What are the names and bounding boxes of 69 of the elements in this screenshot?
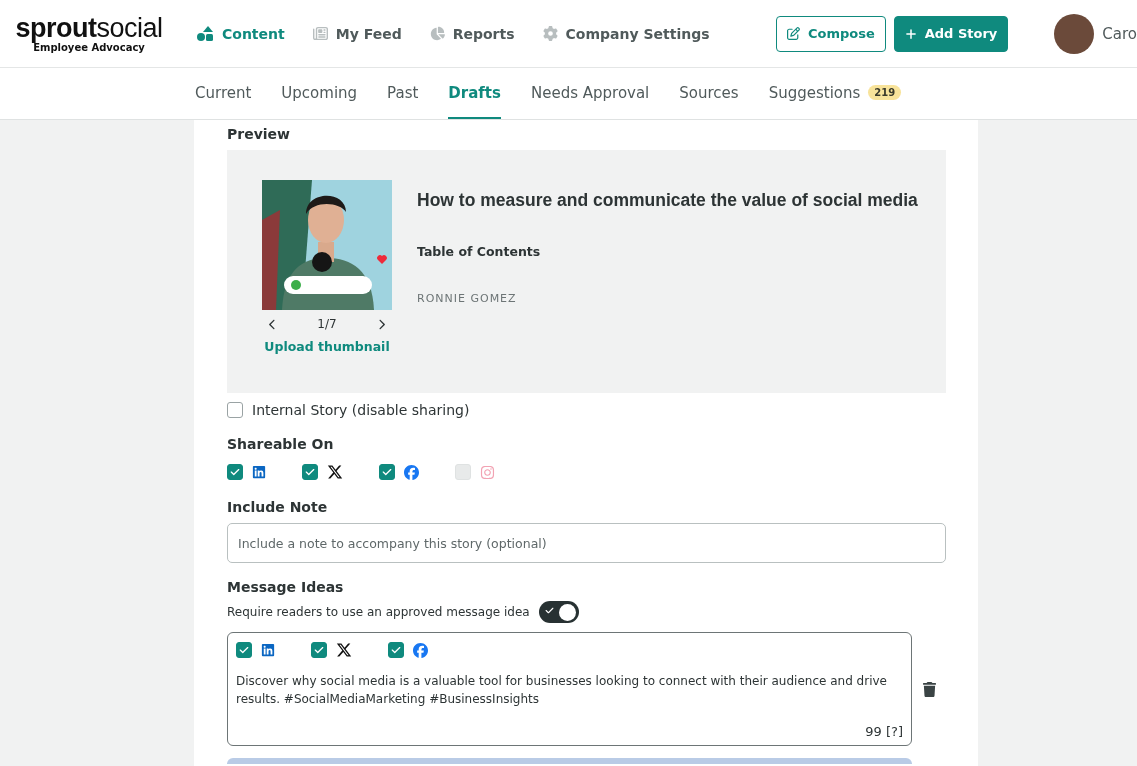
nav-item[interactable]: Content (197, 25, 285, 42)
logo-subtitle: Employee Advocacy (33, 42, 145, 53)
checkbox[interactable] (388, 642, 404, 658)
tab-label: Current (195, 83, 252, 102)
avatar[interactable] (1054, 13, 1095, 54)
character-count: 99 [?] (865, 724, 903, 739)
check-icon (314, 645, 324, 655)
checkbox[interactable] (227, 464, 243, 480)
shapes-icon (197, 26, 214, 41)
check-icon (230, 467, 240, 477)
story-subtitle: Table of Contents (417, 244, 542, 259)
settings-icon (542, 26, 558, 41)
facebook-icon (413, 642, 428, 658)
checkbox-label: Internal Story (disable sharing) (252, 402, 470, 418)
upload-thumbnail-link[interactable]: Upload thumbnail (264, 339, 390, 354)
check-icon (391, 645, 401, 655)
tab-label: Past (387, 83, 419, 102)
nav-item[interactable]: Company Settings (542, 25, 710, 42)
checkbox[interactable] (311, 642, 327, 658)
add-story-button[interactable]: Add Story (893, 15, 1009, 52)
tab[interactable]: Needs Approval (530, 68, 650, 119)
check-icon (544, 606, 554, 615)
pie-chart-icon (429, 26, 445, 41)
tab[interactable]: Upcoming (281, 68, 358, 119)
trash-icon[interactable] (922, 681, 937, 697)
user-name[interactable]: Caro (1102, 24, 1137, 43)
tab[interactable]: Past (387, 68, 419, 119)
facebook-icon (404, 464, 419, 480)
story-author: RONNIE GOMEZ (417, 292, 518, 305)
message-text[interactable]: Discover why social media is a valuable tool for businesses looking to connect with their audience and drive results. #SocialMediaMarketing #BusinessInsights (236, 672, 903, 708)
check-icon (382, 467, 392, 477)
checkbox[interactable] (227, 402, 243, 418)
x-icon (327, 464, 343, 480)
tab-label: Sources (679, 83, 739, 102)
compose-button[interactable]: Compose (775, 15, 886, 52)
chevron-left-icon[interactable] (267, 318, 278, 330)
tab-label: Needs Approval (530, 83, 650, 102)
count-badge: 219 (868, 85, 902, 100)
section-heading: Include Note (227, 499, 329, 515)
nav-item[interactable]: Reports (429, 25, 515, 42)
tab[interactable]: Suggestions 219 (768, 68, 902, 119)
edit-icon (786, 27, 800, 40)
newspaper-icon (312, 26, 328, 41)
checkbox[interactable] (302, 464, 318, 480)
nav-item[interactable]: My Feed (312, 25, 402, 42)
story-title: How to measure and communicate the value of social media (417, 190, 918, 211)
section-heading: Message Ideas (227, 579, 345, 595)
note-field[interactable]: Include a note to accompany this story (optional) (227, 523, 946, 563)
section-heading: Preview (227, 126, 291, 142)
tab-label: Suggestions (768, 83, 861, 102)
tab[interactable]: Sources (679, 68, 739, 119)
page-counter: 1/7 (317, 317, 337, 331)
checkbox[interactable] (236, 642, 252, 658)
tab-label: Upcoming (281, 83, 358, 102)
toggle-switch[interactable] (538, 601, 579, 623)
check-icon (305, 467, 315, 477)
x-icon (336, 642, 352, 658)
linkedin-icon (252, 465, 266, 479)
checkbox[interactable] (379, 464, 395, 480)
logo[interactable]: sproutsocial (15, 14, 163, 42)
linkedin-icon (261, 643, 275, 657)
instagram-icon (480, 464, 495, 480)
chevron-right-icon[interactable] (376, 318, 387, 330)
section-heading: Shareable On (227, 436, 335, 452)
plus-icon (904, 27, 917, 40)
tab-label: Drafts (448, 83, 501, 102)
tab[interactable]: Current (195, 68, 252, 119)
check-icon (239, 645, 249, 655)
toggle-label: Require readers to use an approved message idea (227, 605, 530, 619)
